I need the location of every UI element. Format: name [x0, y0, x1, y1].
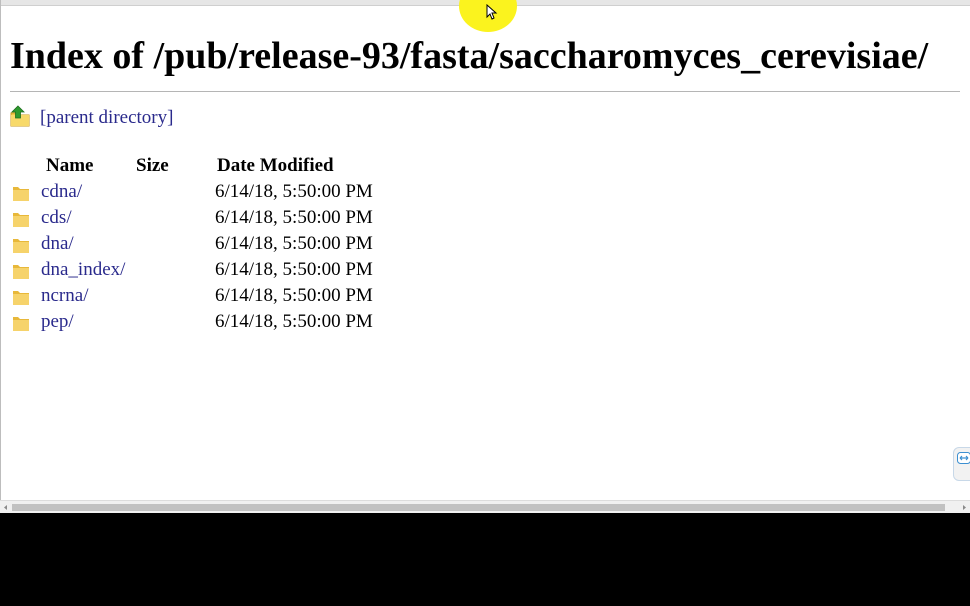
entry-date: 6/14/18, 5:50:00 PM — [215, 181, 373, 202]
parent-directory-icon — [10, 104, 30, 132]
folder-icon — [12, 184, 30, 208]
browser-viewport: Index of /pub/release-93/fasta/saccharom… — [0, 0, 970, 513]
folder-icon — [12, 210, 30, 234]
entry-link-pep[interactable]: pep/ — [41, 311, 74, 333]
parent-directory-row: [parent directory] — [10, 104, 173, 132]
entry-date: 6/14/18, 5:50:00 PM — [215, 233, 373, 254]
folder-icon — [12, 288, 30, 312]
entry-date: 6/14/18, 5:50:00 PM — [215, 207, 373, 228]
entry-date: 6/14/18, 5:50:00 PM — [215, 259, 373, 280]
folder-icon — [12, 314, 30, 338]
mouse-pointer-icon — [486, 4, 498, 20]
parent-directory-link[interactable]: [parent directory] — [40, 107, 173, 129]
scrollbar-thumb[interactable] — [12, 504, 945, 511]
folder-icon — [12, 262, 30, 286]
scroll-left-icon[interactable] — [1, 503, 10, 512]
entry-link-ncrna[interactable]: ncrna/ — [41, 285, 88, 307]
header-name: Name — [46, 155, 94, 176]
folder-icon — [12, 236, 30, 260]
side-panel-toggle[interactable] — [953, 447, 970, 481]
entry-date: 6/14/18, 5:50:00 PM — [215, 311, 373, 332]
expand-arrows-icon — [957, 452, 970, 464]
entry-link-cds[interactable]: cds/ — [41, 207, 72, 229]
page-title: Index of /pub/release-93/fasta/saccharom… — [10, 35, 929, 77]
header-date-modified: Date Modified — [217, 155, 334, 176]
header-size: Size — [136, 155, 169, 176]
horizontal-scrollbar[interactable] — [0, 500, 970, 513]
entry-link-dna-index[interactable]: dna_index/ — [41, 259, 125, 281]
title-divider — [10, 91, 960, 92]
window-left-edge — [0, 0, 1, 513]
entry-link-dna[interactable]: dna/ — [41, 233, 74, 255]
scroll-right-icon[interactable] — [960, 503, 969, 512]
entry-date: 6/14/18, 5:50:00 PM — [215, 285, 373, 306]
entry-link-cdna[interactable]: cdna/ — [41, 181, 82, 203]
